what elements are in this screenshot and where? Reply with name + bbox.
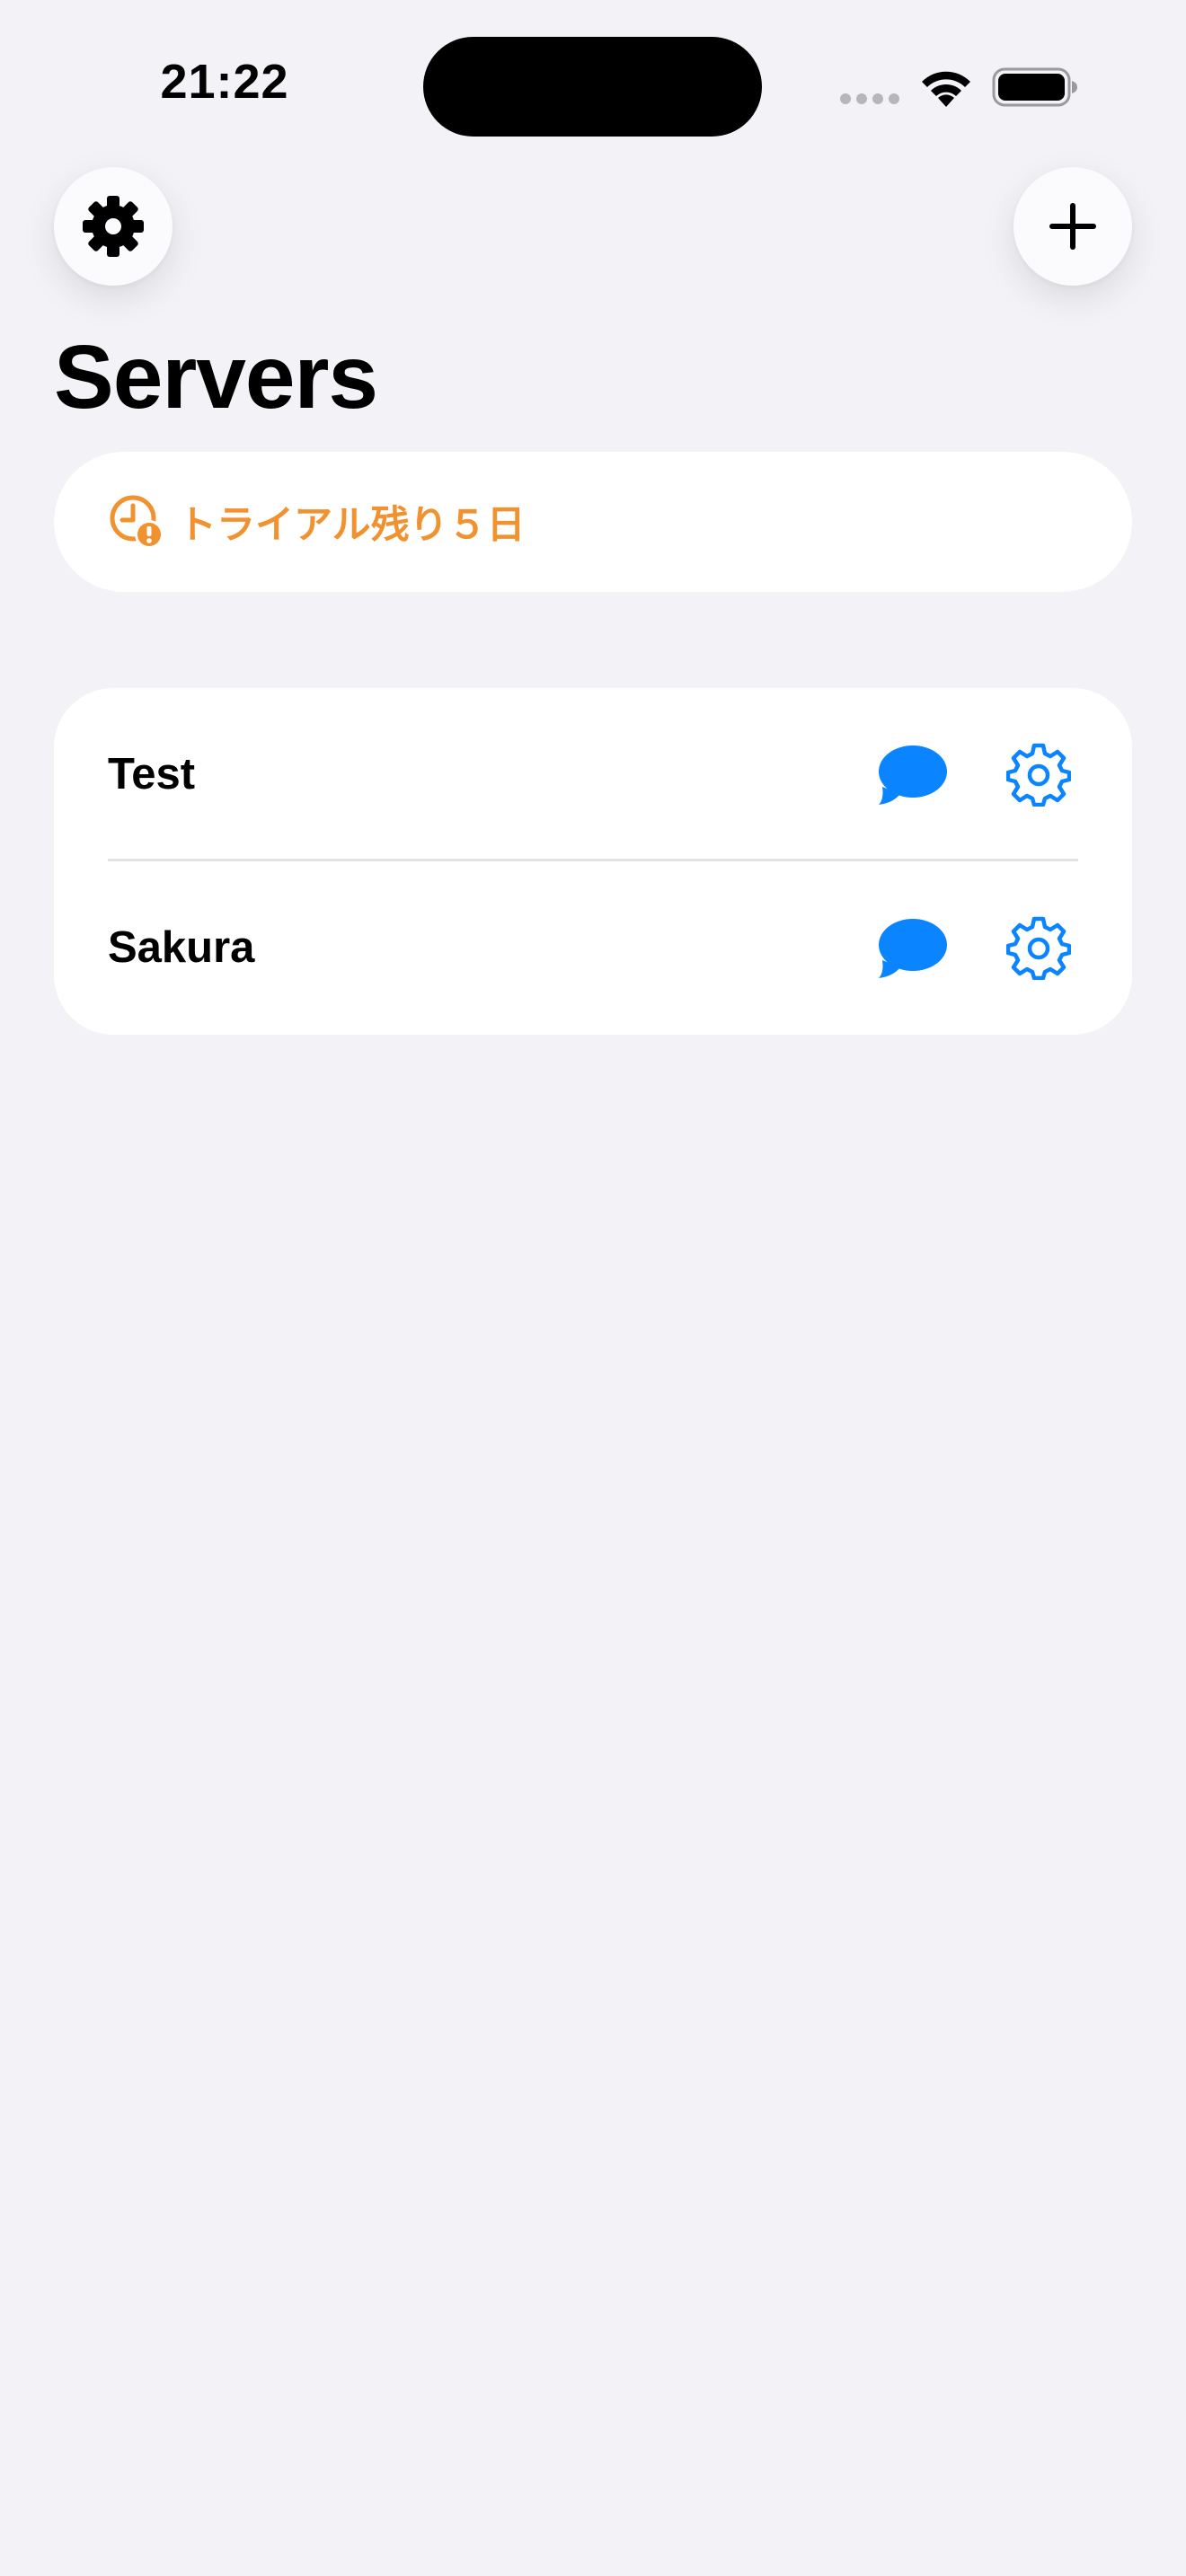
server-list: Test Sakura [54,688,1132,1035]
battery-icon [992,67,1077,107]
chat-bubble-icon[interactable] [875,917,947,980]
dynamic-island [423,37,762,137]
chat-bubble-icon[interactable] [875,744,947,807]
plus-icon [1049,203,1096,250]
server-row-test[interactable]: Test [54,688,1132,861]
server-name: Sakura [108,923,255,972]
server-row-sakura[interactable]: Sakura [54,861,1132,1035]
settings-button[interactable] [54,167,173,286]
gear-outline-icon[interactable] [1006,915,1071,980]
status-bar: 21:22 [0,0,1186,162]
clock-alert-icon [110,495,164,549]
wifi-icon [922,71,970,107]
server-name: Test [108,750,196,798]
add-server-button[interactable] [1013,167,1132,286]
gear-icon [83,196,144,257]
cellular-signal-icon [840,93,899,104]
trial-remaining-text: トライアル残り５日 [178,503,526,548]
gear-outline-icon[interactable] [1006,742,1071,807]
page-title: Servers [54,327,378,428]
trial-banner[interactable]: トライアル残り５日 [54,452,1132,592]
status-time: 21:22 [160,55,289,109]
